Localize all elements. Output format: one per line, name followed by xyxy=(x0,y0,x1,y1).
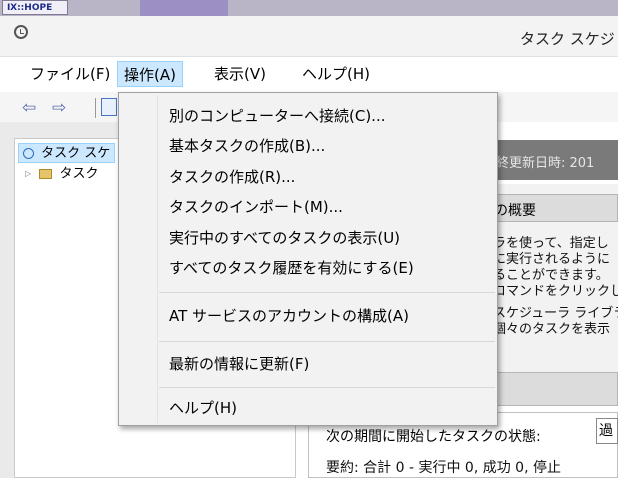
tree-item-label: タスク スケ xyxy=(41,146,111,161)
menu-separator xyxy=(159,292,495,293)
back-arrow-icon[interactable]: ⇦ xyxy=(22,98,36,118)
window-title: タスク スケジ xyxy=(520,30,615,48)
clock-icon xyxy=(14,25,28,39)
menu-item-import-task[interactable]: タスクのインポート(M)... xyxy=(169,196,343,217)
menu-item-create-basic-task[interactable]: 基本タスクの作成(B)... xyxy=(169,135,325,156)
toolbar-divider xyxy=(95,98,96,118)
menu-bar: ファイル(F) 操作(A) 表示(V) ヘルプ(H) xyxy=(0,57,618,92)
menu-gutter xyxy=(157,95,158,423)
menu-item-connect[interactable]: 別のコンピューターへ接続(C)... xyxy=(169,105,385,126)
status-section-bar[interactable] xyxy=(490,372,618,406)
status-totals: 要約: 合計 0 - 実行中 0, 成功 0, 停止 xyxy=(326,460,561,476)
menu-separator xyxy=(159,341,495,342)
menu-action[interactable]: 操作(A) xyxy=(117,61,183,87)
action-menu: 別のコンピューターへ接続(C)... 基本タスクの作成(B)... タスクの作成… xyxy=(118,92,498,426)
menu-separator xyxy=(159,387,495,388)
tree-item-root[interactable]: タスク スケ xyxy=(18,143,116,163)
tree-item-library[interactable]: ▷ タスク xyxy=(19,164,98,184)
menu-help[interactable]: ヘルプ(H) xyxy=(296,61,376,87)
period-select[interactable]: 過 xyxy=(596,418,618,444)
tree-item-label: タスク xyxy=(59,166,99,182)
desktop-shortcut[interactable]: Ⅸ::HOPE xyxy=(2,0,68,15)
menu-item-enable-history[interactable]: すべてのタスク履歴を有効にする(E) xyxy=(169,257,414,278)
menu-item-display-running[interactable]: 実行中のすべてのタスクの表示(U) xyxy=(169,227,400,248)
last-updated-text: 終更新日時: 201 xyxy=(496,156,595,171)
menu-item-create-task[interactable]: タスクの作成(R)... xyxy=(169,166,295,187)
menu-item-refresh[interactable]: 最新の情報に更新(F) xyxy=(169,353,309,374)
desktop-strip: Ⅸ::HOPE xyxy=(0,0,618,16)
menu-file[interactable]: ファイル(F) xyxy=(24,61,116,87)
menu-item-help[interactable]: ヘルプ(H) xyxy=(169,397,237,418)
task-scheduler-icon xyxy=(23,148,34,159)
overview-label: の概要 xyxy=(494,203,536,219)
menu-view[interactable]: 表示(V) xyxy=(208,61,272,87)
status-period-label: 次の期間に開始したタスクの状態: xyxy=(326,429,541,445)
expand-arrow-icon[interactable]: ▷ xyxy=(25,164,31,184)
description-line: 個々のタスクを表示 xyxy=(493,322,611,337)
desktop-selection xyxy=(140,0,228,16)
folder-icon xyxy=(39,169,53,179)
description-line: コマンドをクリックし xyxy=(493,284,618,299)
show-hide-tree-icon[interactable] xyxy=(101,98,117,116)
forward-arrow-icon[interactable]: ⇨ xyxy=(52,98,66,118)
menu-item-at-service[interactable]: AT サービスのアカウントの構成(A) xyxy=(169,305,409,326)
